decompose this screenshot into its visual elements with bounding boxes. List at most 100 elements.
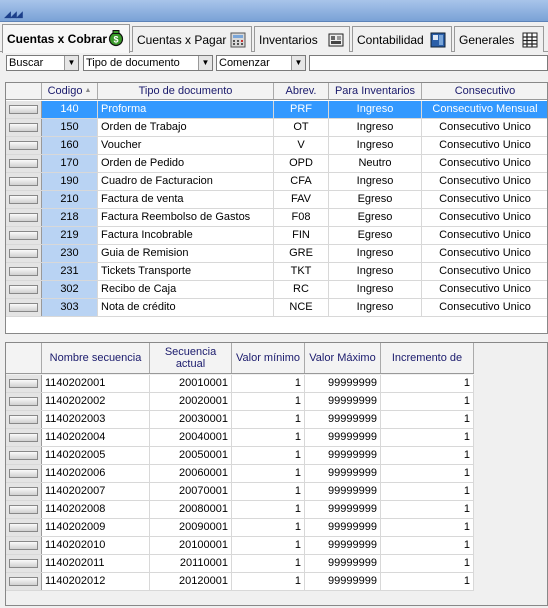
row-selector[interactable] (6, 191, 42, 208)
table-cell[interactable]: 20060001 (150, 465, 232, 482)
tab-cuentas-x-pagar[interactable]: Cuentas x Pagar (132, 26, 252, 52)
row-selector[interactable] (6, 209, 42, 226)
search-input[interactable] (309, 55, 548, 71)
column-header-incremento[interactable]: Incremento de (381, 343, 474, 373)
table-cell[interactable]: 210 (42, 191, 98, 208)
table-row[interactable]: 1140202010 20100001 1 99999999 1 (6, 537, 474, 555)
row-selector[interactable] (6, 537, 42, 554)
table-row[interactable]: 302 Recibo de Caja RC Ingreso Consecutivo Un… (6, 281, 547, 299)
tab-contabilidad[interactable]: Contabilidad (352, 26, 452, 52)
table-cell[interactable]: Recibo de Caja (98, 281, 274, 298)
row-selector[interactable] (6, 483, 42, 500)
column-header-abrev[interactable]: Abrev. (274, 83, 329, 99)
table-cell[interactable]: OPD (274, 155, 329, 172)
column-header-actual[interactable]: Secuencia actual (150, 343, 232, 373)
table-cell[interactable]: 140 (42, 101, 98, 118)
table-cell[interactable]: 1 (232, 537, 305, 554)
table-cell[interactable]: Voucher (98, 137, 274, 154)
table-row[interactable]: 1140202008 20080001 1 99999999 1 (6, 501, 474, 519)
table-row[interactable]: 190 Cuadro de Facturacion CFA Ingreso Consec… (6, 173, 547, 191)
table-cell[interactable]: 1 (232, 573, 305, 590)
table-cell[interactable]: 1 (381, 465, 474, 482)
table-cell[interactable]: 20100001 (150, 537, 232, 554)
match-mode-select[interactable]: Comenzar ▼ (216, 55, 306, 71)
table-cell[interactable]: Consecutivo Unico (422, 155, 547, 172)
table-cell[interactable]: PRF (274, 101, 329, 118)
table-cell[interactable]: 1 (232, 429, 305, 446)
table-cell[interactable]: 1 (381, 573, 474, 590)
table-cell[interactable]: Consecutivo Unico (422, 191, 547, 208)
search-field-select[interactable]: Tipo de documento ▼ (83, 55, 213, 71)
table-row[interactable]: 1140202004 20040001 1 99999999 1 (6, 429, 474, 447)
table-cell[interactable]: 20070001 (150, 483, 232, 500)
table-cell[interactable]: 1 (232, 483, 305, 500)
row-selector[interactable] (6, 393, 42, 410)
table-cell[interactable]: 1 (381, 447, 474, 464)
table-cell[interactable]: Ingreso (329, 137, 422, 154)
table-cell[interactable]: 1140202012 (42, 573, 150, 590)
column-header-codigo[interactable]: Codigo ▲ (42, 83, 98, 99)
table-cell[interactable]: 1 (232, 393, 305, 410)
row-selector[interactable] (6, 501, 42, 518)
table-cell[interactable]: 1 (381, 393, 474, 410)
table-cell[interactable]: Consecutivo Unico (422, 245, 547, 262)
table-cell[interactable]: 99999999 (305, 555, 381, 572)
table-cell[interactable]: Orden de Pedido (98, 155, 274, 172)
table-cell[interactable]: 1140202006 (42, 465, 150, 482)
table-cell[interactable]: Ingreso (329, 281, 422, 298)
table-cell[interactable]: 99999999 (305, 447, 381, 464)
table-row[interactable]: 230 Guia de Remision GRE Ingreso Consecutivo… (6, 245, 547, 263)
table-cell[interactable]: 150 (42, 119, 98, 136)
table-cell[interactable]: 1140202003 (42, 411, 150, 428)
table-row[interactable]: 1140202011 20110001 1 99999999 1 (6, 555, 474, 573)
table-cell[interactable]: 230 (42, 245, 98, 262)
row-selector[interactable] (6, 227, 42, 244)
column-header-consecutivo[interactable]: Consecutivo (422, 83, 547, 99)
table-cell[interactable]: 99999999 (305, 483, 381, 500)
table-row[interactable]: 1140202012 20120001 1 99999999 1 (6, 573, 474, 591)
table-row[interactable]: 1140202009 20090001 1 99999999 1 (6, 519, 474, 537)
table-cell[interactable]: Ingreso (329, 101, 422, 118)
table-row[interactable]: 150 Orden de Trabajo OT Ingreso Consecutivo … (6, 119, 547, 137)
row-selector[interactable] (6, 429, 42, 446)
table-cell[interactable]: 99999999 (305, 573, 381, 590)
table-cell[interactable]: Consecutivo Unico (422, 173, 547, 190)
table-cell[interactable]: 99999999 (305, 501, 381, 518)
table-row[interactable]: 1140202007 20070001 1 99999999 1 (6, 483, 474, 501)
table-row[interactable]: 1140202006 20060001 1 99999999 1 (6, 465, 474, 483)
row-selector[interactable] (6, 375, 42, 392)
table-cell[interactable]: 20040001 (150, 429, 232, 446)
table-cell[interactable]: 1140202002 (42, 393, 150, 410)
table-cell[interactable]: Egreso (329, 227, 422, 244)
row-selector[interactable] (6, 519, 42, 536)
table-cell[interactable]: 99999999 (305, 429, 381, 446)
table-cell[interactable]: 190 (42, 173, 98, 190)
table-cell[interactable]: Consecutivo Unico (422, 227, 547, 244)
table-cell[interactable]: 1 (381, 411, 474, 428)
row-selector[interactable] (6, 465, 42, 482)
table-row[interactable]: 219 Factura Incobrable FIN Egreso Consecutiv… (6, 227, 547, 245)
table-cell[interactable]: 160 (42, 137, 98, 154)
table-cell[interactable]: Consecutivo Unico (422, 299, 547, 316)
table-cell[interactable]: 1 (381, 519, 474, 536)
table-cell[interactable]: 1140202010 (42, 537, 150, 554)
table-cell[interactable]: 1140202001 (42, 375, 150, 392)
table-cell[interactable]: 302 (42, 281, 98, 298)
table-cell[interactable]: Factura de venta (98, 191, 274, 208)
table-cell[interactable]: 1140202005 (42, 447, 150, 464)
table-row[interactable]: 303 Nota de crédito NCE Ingreso Consecutivo … (6, 299, 547, 317)
table-cell[interactable]: 219 (42, 227, 98, 244)
row-selector[interactable] (6, 137, 42, 154)
table-row[interactable]: 1140202003 20030001 1 99999999 1 (6, 411, 474, 429)
table-cell[interactable]: 1 (381, 537, 474, 554)
table-cell[interactable]: 1 (381, 555, 474, 572)
table-cell[interactable]: TKT (274, 263, 329, 280)
table-cell[interactable]: 1 (381, 375, 474, 392)
table-cell[interactable]: Consecutivo Unico (422, 137, 547, 154)
table-cell[interactable]: 1 (232, 519, 305, 536)
table-cell[interactable]: Consecutivo Unico (422, 263, 547, 280)
table-cell[interactable]: Consecutivo Mensual (422, 101, 547, 118)
table-cell[interactable]: GRE (274, 245, 329, 262)
table-cell[interactable]: NCE (274, 299, 329, 316)
tab-inventarios[interactable]: Inventarios (254, 26, 350, 52)
